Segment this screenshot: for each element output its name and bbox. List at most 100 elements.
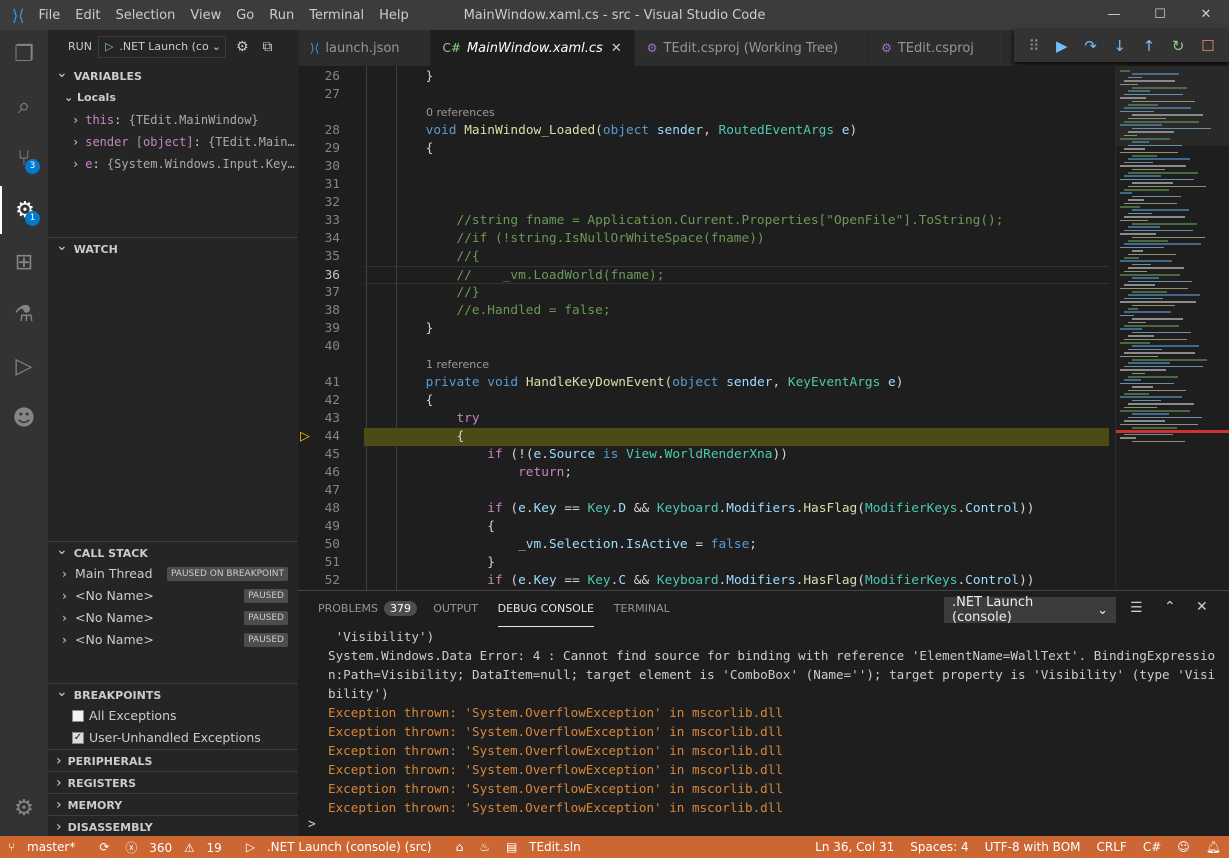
checkbox-unchecked[interactable] [72,710,84,722]
code-line[interactable]: 51 } [298,554,1115,572]
language-mode[interactable]: C# [1143,840,1161,854]
menu-edit[interactable]: Edit [75,8,100,23]
variable-item[interactable]: › e: {System.Windows.Input.Key… [48,153,298,175]
step-over-icon[interactable]: ↷ [1084,37,1097,55]
search-icon[interactable]: ⌕ [0,82,48,130]
tab-launch-json[interactable]: ⟩⟨ launch.json [298,30,431,66]
code-line[interactable]: 35 //{ [298,248,1115,266]
maximize-button[interactable]: ☐ [1137,0,1183,30]
watch-header[interactable]: WATCH [48,237,298,259]
code-line[interactable]: 45 if (!(e.Source is View.WorldRenderXna… [298,446,1115,464]
code-line[interactable]: 50 _vm.Selection.IsActive = false; [298,536,1115,554]
section-header-registers[interactable]: REGISTERS [48,771,298,793]
code-line[interactable]: 33 //string fname = Application.Current.… [298,212,1115,230]
drag-handle-icon[interactable]: ⠿ [1028,37,1039,55]
start-debug-icon[interactable]: ▷ [105,37,113,57]
problems-indicator[interactable]: ⓧ 360 ⚠ 19 [125,839,229,856]
clear-console-icon[interactable]: ☰ [1130,600,1143,616]
section-header-disassembly[interactable]: DISASSEMBLY [48,815,298,837]
home-icon[interactable]: ⌂ [456,840,464,854]
panel-tab-problems[interactable]: PROBLEMS 379 [318,591,418,627]
codelens-references[interactable]: 1 reference [426,358,489,371]
code-line[interactable]: 30 [298,158,1115,176]
code-line[interactable]: 44 ▷ { [300,428,1109,446]
step-into-icon[interactable]: ↓ [1113,37,1126,55]
code-line[interactable]: 42 { [298,392,1115,410]
code-line[interactable]: 28 void MainWindow_Loaded(object sender,… [298,122,1115,140]
code-editor[interactable]: 26 } 27 0 references 28 void MainWindow_Loa… [298,66,1115,590]
section-header-peripherals[interactable]: PERIPHERALS [48,749,298,771]
console-input[interactable]: > [308,817,1218,837]
code-line[interactable]: 32 [298,194,1115,212]
branch-indicator[interactable]: ⑂ master* [8,840,83,854]
close-panel-icon[interactable]: ✕ [1196,599,1208,615]
restart-icon[interactable]: ↻ [1172,37,1185,55]
minimap-slider[interactable] [1116,66,1229,146]
stop-icon[interactable]: ☐ [1201,37,1214,55]
launch-indicator[interactable]: ▷ .NET Launch (console) (src) [246,840,440,854]
code-line[interactable]: 29 { [298,140,1115,158]
menu-run[interactable]: Run [269,8,294,23]
code-line[interactable]: 27 [298,86,1115,104]
cursor-position[interactable]: Ln 36, Col 31 [815,840,894,854]
continue-icon[interactable]: ▶ [1056,37,1068,55]
panel-tab-debug-console[interactable]: DEBUG CONSOLE [497,591,594,627]
indentation[interactable]: Spaces: 4 [910,840,968,854]
code-line[interactable]: 41 private void HandleKeyDownEvent(objec… [298,374,1115,392]
explorer-icon[interactable]: ❐ [0,30,48,78]
alien-extension-icon[interactable]: ☻ [0,394,48,442]
minimize-button[interactable]: — [1091,0,1137,30]
tab-tedit-csproj-working-tree-[interactable]: ⚙ TEdit.csproj (Working Tree) [634,30,870,66]
code-line[interactable]: 52 if (e.Key == Key.C && Keyboard.Modifi… [298,572,1115,590]
line-ending[interactable]: CRLF [1097,840,1127,854]
call-stack-thread[interactable]: › <No Name> PAUSED [48,629,298,651]
code-line[interactable]: 37 //} [298,284,1115,302]
code-line[interactable]: 49 { [298,518,1115,536]
breakpoint-item[interactable]: All Exceptions [48,705,298,727]
sync-icon[interactable]: ⟳ [99,840,109,854]
extensions-icon[interactable]: ⊞ [0,238,48,286]
panel-tab-terminal[interactable]: TERMINAL [614,591,670,627]
notifications-bell-icon[interactable]: 🔔︎ [1206,840,1221,854]
code-line[interactable]: 47 [298,482,1115,500]
code-line[interactable]: 34 //if (!string.IsNullOrWhiteSpace(fnam… [298,230,1115,248]
locals-scope[interactable]: ⌄ Locals [48,87,298,109]
variables-header[interactable]: VARIABLES [48,65,298,87]
solution-indicator[interactable]: ▤ TEdit.sln [506,840,589,854]
minimap[interactable] [1115,66,1229,590]
close-tab-icon[interactable]: ✕ [611,41,622,56]
variable-item[interactable]: › this: {TEdit.MainWindow} [48,109,298,131]
menu-view[interactable]: View [190,8,221,23]
call-stack-thread[interactable]: › <No Name> PAUSED [48,585,298,607]
menu-terminal[interactable]: Terminal [309,8,364,23]
code-line[interactable]: 46 return; [298,464,1115,482]
code-line[interactable]: 38 //e.Handled = false; [298,302,1115,320]
tab-mainwindow-xaml-cs[interactable]: C# MainWindow.xaml.cs ✕ [430,30,635,66]
menu-go[interactable]: Go [236,8,254,23]
code-line[interactable]: 40 [298,338,1115,356]
menu-file[interactable]: File [38,8,60,23]
close-window-button[interactable]: ✕ [1183,0,1229,30]
maximize-panel-icon[interactable]: ⌃ [1164,599,1176,615]
flame-icon[interactable]: ♨ [479,840,490,854]
menu-selection[interactable]: Selection [115,8,175,23]
powershell-icon[interactable]: ▷ [0,342,48,390]
encoding[interactable]: UTF-8 with BOM [985,840,1081,854]
code-line[interactable]: 43 try [298,410,1115,428]
testing-flask-icon[interactable]: ⚗ [0,290,48,338]
checkbox-checked[interactable]: ✓ [72,732,84,744]
variable-item[interactable]: › sender [object]: {TEdit.Main… [48,131,298,153]
section-header-memory[interactable]: MEMORY [48,793,298,815]
code-line[interactable]: 26 } [298,68,1115,86]
code-line[interactable]: 48 if (e.Key == Key.D && Keyboard.Modifi… [298,500,1115,518]
call-stack-thread[interactable]: › Main Thread PAUSED ON BREAKPOINT [48,563,298,585]
tab-tedit-csproj[interactable]: ⚙ TEdit.csproj [869,30,1005,66]
debug-console-icon[interactable]: ⧉ [263,36,273,58]
call-stack-header[interactable]: CALL STACK [48,541,298,563]
code-line[interactable]: 39 } [298,320,1115,338]
launch-config-select[interactable]: ▷ .NET Launch (co ⌄ [97,36,226,58]
codelens-references[interactable]: 0 references [426,106,495,119]
feedback-icon[interactable]: ☺ [1177,840,1190,854]
source-control-icon[interactable]: ⑂ 3 [0,134,48,182]
breakpoints-header[interactable]: BREAKPOINTS [48,683,298,705]
